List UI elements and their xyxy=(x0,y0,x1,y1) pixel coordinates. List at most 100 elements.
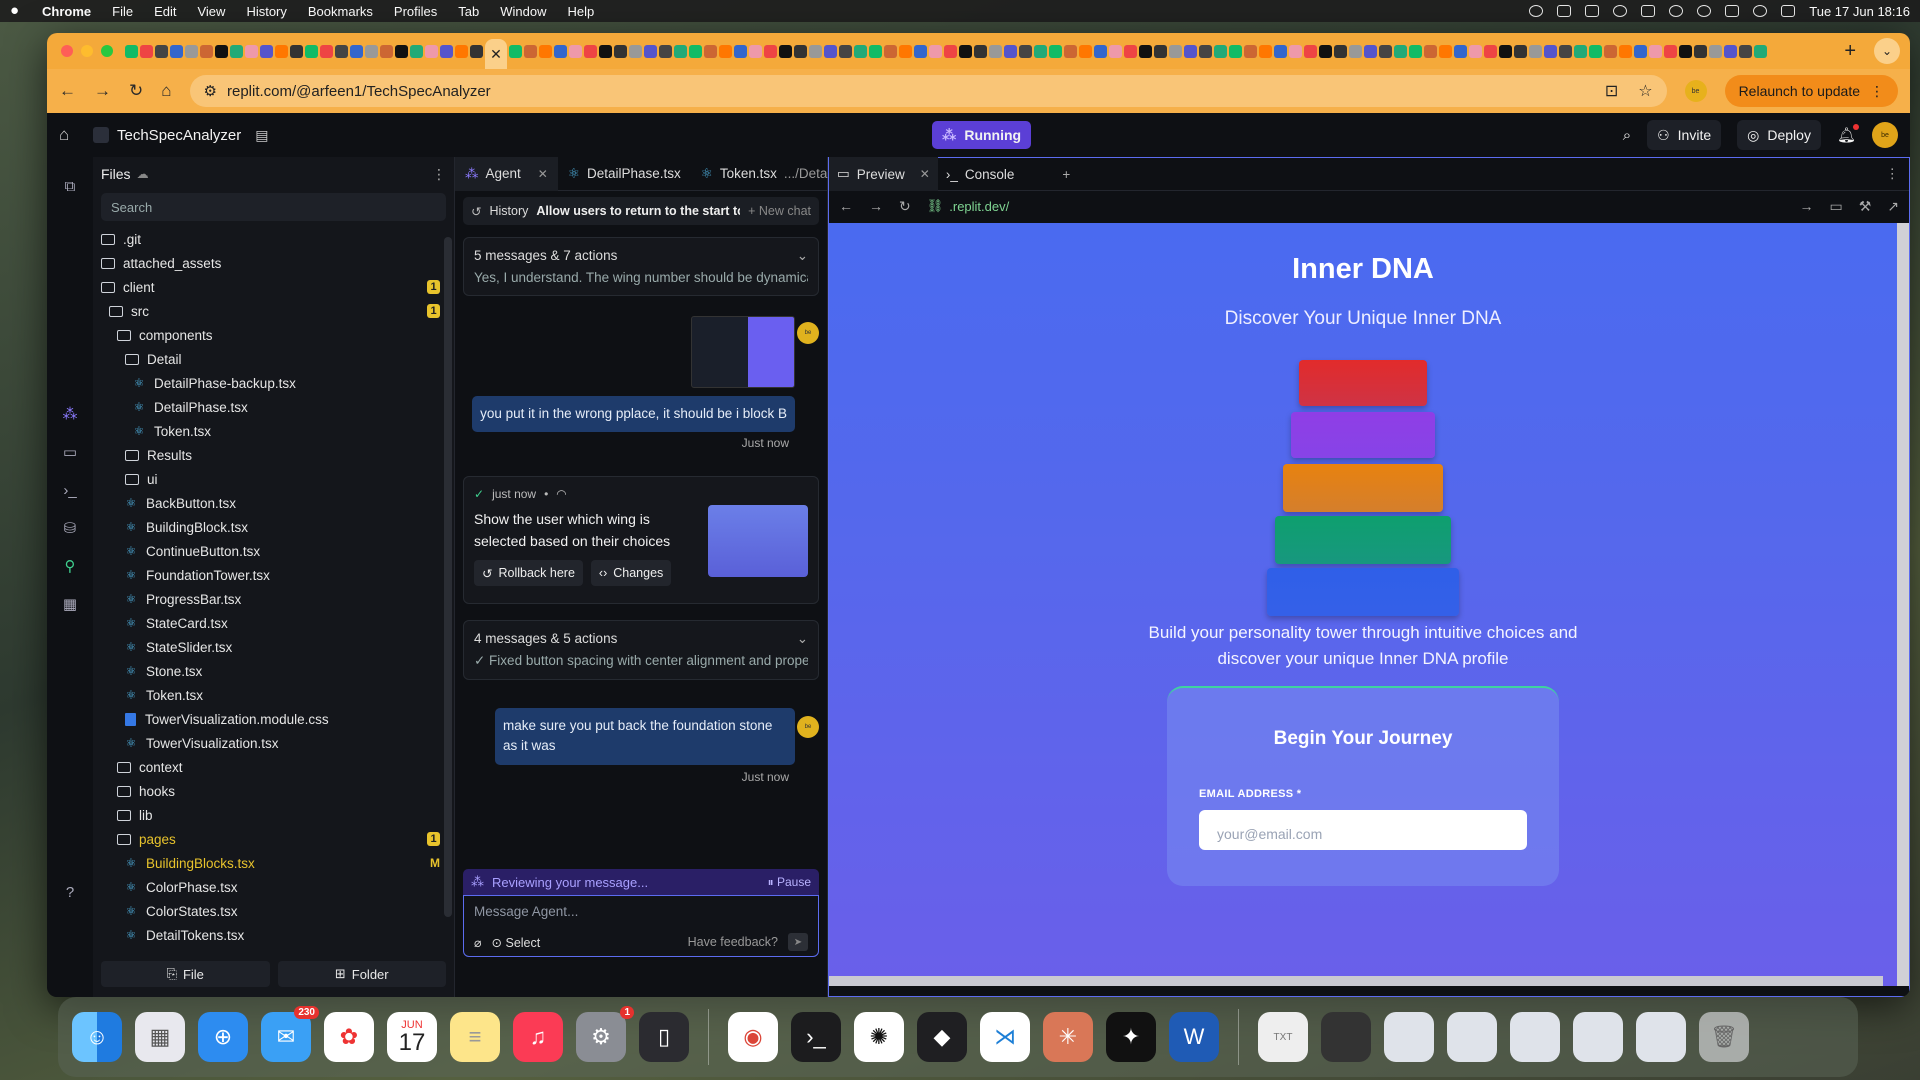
word-icon[interactable]: W xyxy=(1169,1012,1219,1062)
browser-tab-favicon[interactable] xyxy=(1334,44,1347,58)
checkpoint-preview-thumbnail[interactable] xyxy=(708,505,808,577)
browser-tab-favicon[interactable] xyxy=(944,44,957,58)
browser-tab-favicon[interactable] xyxy=(320,44,333,58)
browser-tab-favicon[interactable] xyxy=(1244,44,1257,58)
ai-app-icon[interactable]: ✦ xyxy=(1106,1012,1156,1062)
browser-tab-favicon[interactable] xyxy=(809,44,822,58)
browser-tab-favicon[interactable] xyxy=(569,44,582,58)
browser-tab-favicon[interactable] xyxy=(1154,44,1167,58)
recent-window-icon[interactable] xyxy=(1510,1012,1560,1062)
attached-screenshot-thumbnail[interactable] xyxy=(691,316,795,388)
browser-tab-favicon[interactable] xyxy=(1094,44,1107,58)
browser-tab-favicon[interactable] xyxy=(425,44,438,58)
browser-tab-favicon[interactable] xyxy=(659,44,672,58)
chevron-down-icon[interactable]: ⌄ xyxy=(797,248,808,264)
close-tab-icon[interactable]: ✕ xyxy=(538,167,548,181)
browser-tab-favicon[interactable] xyxy=(1064,44,1077,58)
play-icon[interactable] xyxy=(1697,5,1712,17)
message-composer[interactable]: Message Agent... ⌀ ⊙ Select Have feedbac… xyxy=(463,895,819,957)
user-avatar[interactable]: be xyxy=(1872,122,1898,148)
new-tab-button[interactable]: + xyxy=(1844,40,1856,63)
browser-tab-favicon[interactable] xyxy=(1139,44,1152,58)
file-item[interactable]: ⚛ Stone.tsx xyxy=(93,659,454,683)
preview-horizontal-scrollbar[interactable] xyxy=(829,976,1883,986)
apple-menu-icon[interactable]: ● xyxy=(10,3,24,18)
device-icon[interactable]: ▭ xyxy=(1829,198,1842,215)
email-input[interactable]: your@email.com xyxy=(1199,810,1527,850)
folder-item[interactable]: pages 1 xyxy=(93,827,454,851)
browser-tab-favicon[interactable] xyxy=(380,44,393,58)
browser-tab-favicon[interactable] xyxy=(929,44,942,58)
browser-tab-favicon[interactable] xyxy=(290,44,303,58)
browser-tab-favicon[interactable] xyxy=(959,44,972,58)
browser-tab-favicon[interactable] xyxy=(1274,44,1287,58)
folder-item[interactable]: lib xyxy=(93,803,454,827)
browser-tab-favicon[interactable] xyxy=(155,44,168,58)
cursor-icon[interactable]: ◆ xyxy=(917,1012,967,1062)
files-search-input[interactable]: Search xyxy=(101,193,446,221)
control-center-icon[interactable] xyxy=(1781,5,1796,17)
browser-tab-favicon[interactable] xyxy=(1544,44,1557,58)
wifi-off-icon[interactable] xyxy=(1725,5,1740,17)
send-icon[interactable]: ➤ xyxy=(788,933,808,951)
folder-item[interactable]: Results xyxy=(93,443,454,467)
preview-more-icon[interactable]: ⋮ xyxy=(1886,166,1900,182)
file-item[interactable]: ⚛ DetailPhase.tsx xyxy=(93,395,454,419)
browser-tab-favicon[interactable] xyxy=(1574,44,1587,58)
file-item[interactable]: ⚛ Token.tsx xyxy=(93,683,454,707)
browser-tab-favicon[interactable] xyxy=(1679,44,1692,58)
folder-item[interactable]: client 1 xyxy=(93,275,454,299)
browser-tab-favicon[interactable] xyxy=(989,44,1002,58)
browser-tab-favicon[interactable] xyxy=(674,44,687,58)
file-item[interactable]: ⚛ ColorStates.tsx xyxy=(93,899,454,923)
browser-tab-favicon[interactable] xyxy=(644,44,657,58)
folder-item[interactable]: components xyxy=(93,323,454,347)
file-item[interactable]: ⚛ DetailTokens.tsx xyxy=(93,923,454,947)
file-item[interactable]: ⚛ DetailPhase-backup.tsx xyxy=(93,371,454,395)
browser-tab-favicon[interactable] xyxy=(1004,44,1017,58)
deploy-button[interactable]: ◎ Deploy xyxy=(1737,120,1821,150)
browser-tab-favicon[interactable] xyxy=(350,44,363,58)
file-item[interactable]: ⚛ BuildingBlocks.tsx M xyxy=(93,851,454,875)
browser-tab-favicon[interactable] xyxy=(1049,44,1062,58)
safari-icon[interactable]: ⊕ xyxy=(198,1012,248,1062)
tab-detailphase[interactable]: ⚛ DetailPhase.tsx xyxy=(558,157,691,191)
files-scrollbar[interactable] xyxy=(444,237,452,917)
project-name[interactable]: TechSpecAnalyzer xyxy=(117,127,241,144)
file-item[interactable]: ⚛ BackButton.tsx xyxy=(93,491,454,515)
browser-tab-favicon[interactable] xyxy=(779,44,792,58)
browser-tab-favicon[interactable] xyxy=(365,44,378,58)
browser-tab-favicon[interactable] xyxy=(794,44,807,58)
spotlight-search-icon[interactable] xyxy=(1753,5,1768,17)
terminal-icon[interactable]: ›_ xyxy=(791,1012,841,1062)
file-item[interactable]: ⚛ StateSlider.tsx xyxy=(93,635,454,659)
launchpad-icon[interactable]: ▦ xyxy=(135,1012,185,1062)
history-button[interactable]: History xyxy=(489,204,528,218)
replit-home-icon[interactable]: ⌂ xyxy=(59,125,81,145)
browser-tab-favicon[interactable] xyxy=(410,44,423,58)
actions-summary-card-2[interactable]: 4 messages & 5 actions ⌄ ✓ Fixed button s… xyxy=(463,620,819,680)
browser-tab-favicon[interactable] xyxy=(1034,44,1047,58)
tab-console[interactable]: ›_ Console xyxy=(938,157,1023,191)
browser-tab-favicon[interactable] xyxy=(719,44,732,58)
browser-tab-favicon[interactable] xyxy=(764,44,777,58)
browser-tab-favicon[interactable] xyxy=(1364,44,1377,58)
recent-window-icon[interactable] xyxy=(1321,1012,1371,1062)
tab-search-icon[interactable]: ⌄ xyxy=(1874,38,1900,64)
browser-tab-favicon[interactable] xyxy=(614,44,627,58)
minimize-window-button[interactable] xyxy=(81,45,93,57)
browser-tab-favicon[interactable] xyxy=(914,44,927,58)
browser-tab-favicon[interactable] xyxy=(1229,44,1242,58)
browser-tab-favicon[interactable] xyxy=(1019,44,1032,58)
browser-tab-favicon[interactable] xyxy=(1604,44,1617,58)
folder-item[interactable]: src 1 xyxy=(93,299,454,323)
preview-vertical-scrollbar[interactable] xyxy=(1897,223,1909,986)
browser-tab-favicon[interactable] xyxy=(1499,44,1512,58)
browser-tab-favicon[interactable] xyxy=(1634,44,1647,58)
menu-bookmarks[interactable]: Bookmarks xyxy=(308,4,373,19)
preview-back-icon[interactable]: ← xyxy=(839,198,853,214)
browser-tab-favicon[interactable] xyxy=(1439,44,1452,58)
browser-tab-favicon[interactable] xyxy=(1754,44,1767,58)
file-item[interactable]: ⚛ ProgressBar.tsx xyxy=(93,587,454,611)
browser-tab-favicon[interactable] xyxy=(869,44,882,58)
